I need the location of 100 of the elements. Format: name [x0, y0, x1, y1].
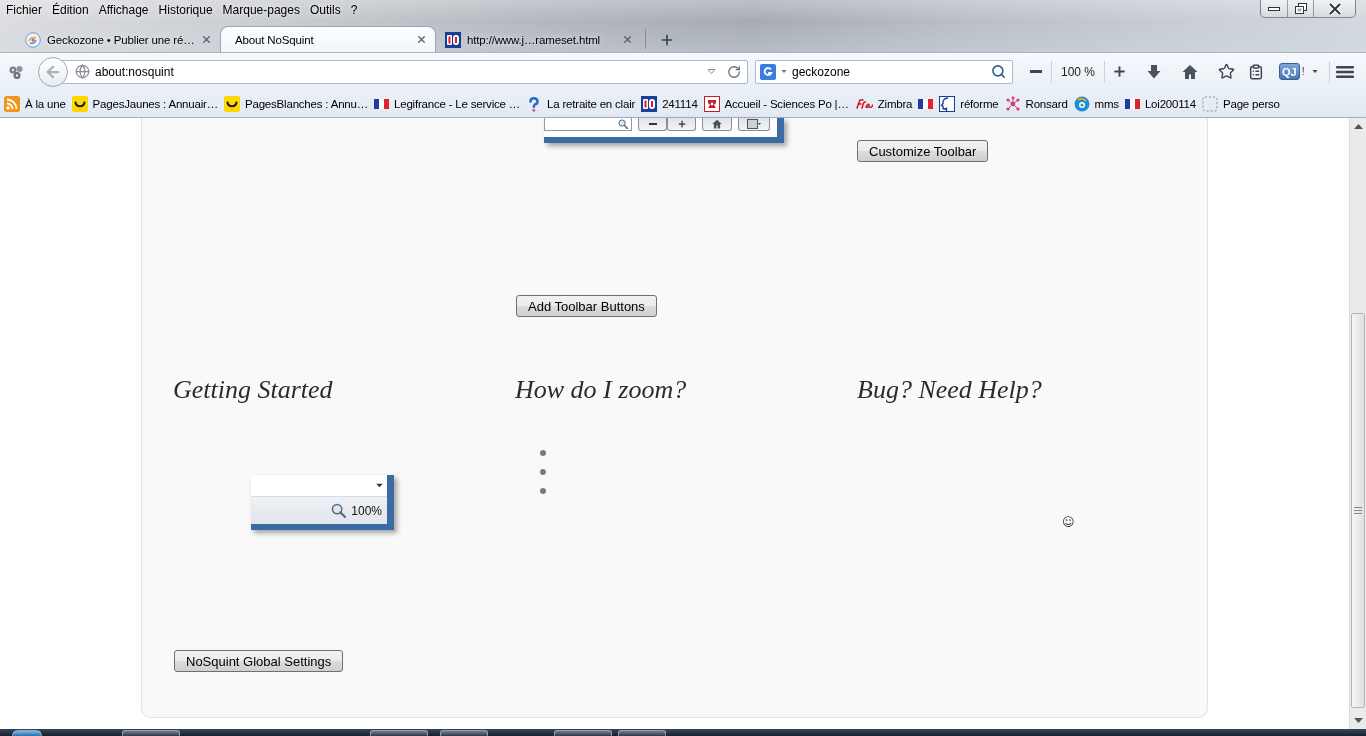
bullet-icon [540, 468, 546, 475]
dashed-square-icon [1202, 95, 1218, 112]
bookmark-label: mms [1094, 97, 1119, 110]
browser-tab[interactable]: Geckozone • Publier une ré… [14, 26, 220, 52]
add-toolbar-buttons-button[interactable]: Add Toolbar Buttons [516, 295, 657, 317]
bookmark-label: Loi200114 [1144, 97, 1196, 110]
bookmark-item[interactable]: 241114 [641, 95, 698, 112]
minimize-icon[interactable] [1268, 6, 1280, 11]
global-settings-button[interactable]: NoSquint Global Settings [174, 650, 344, 672]
emoticon-text: ☺ [1062, 515, 1075, 529]
bookmark-label: Ronsard [1025, 97, 1068, 110]
caret-icon [781, 69, 787, 74]
search-field[interactable]: geckozone [755, 59, 1013, 84]
bookmark-item[interactable]: PagesJaunes : Annuair… [71, 95, 218, 112]
smiley-icon [71, 95, 88, 112]
emblem-icon [703, 95, 720, 112]
bookmark-item[interactable]: Zimbra [854, 95, 913, 112]
menu-item[interactable]: ? [345, 3, 363, 18]
bookmark-label: Zimbra [877, 97, 913, 110]
bookmark-item[interactable]: mms [1073, 95, 1119, 112]
minus-icon [1030, 70, 1042, 73]
scrollbar-thumb[interactable] [1351, 313, 1365, 708]
site-logo-icon [445, 31, 461, 48]
url-field[interactable]: about:nosquint [62, 59, 748, 84]
globe-icon [75, 64, 90, 79]
bookmark-label: Accueil - Sciences Po |… [724, 97, 849, 110]
round-logo-icon [1073, 95, 1090, 112]
bookmark-item[interactable]: Ronsard [1004, 95, 1068, 112]
profile-icon [939, 95, 956, 112]
caret-icon [376, 483, 383, 488]
grip-icon [1354, 507, 1362, 514]
home-icon[interactable] [1182, 63, 1198, 80]
reload-icon[interactable] [727, 64, 741, 79]
star-icon [1217, 63, 1235, 80]
bookmark-label: 241114 [662, 97, 698, 110]
tab-title: Geckozone • Publier une ré… [47, 33, 195, 46]
tab-title: http://www.j…rameset.html [467, 33, 601, 46]
close-tab-icon[interactable] [416, 34, 427, 45]
flag-icon [918, 98, 934, 109]
zoom-level-text: 100% [351, 503, 382, 518]
site-logo-icon [25, 31, 41, 48]
menu-item[interactable]: Historique [153, 3, 218, 18]
bookmark-label: réforme [960, 97, 999, 110]
minus-icon [648, 123, 657, 125]
magnifier-icon [618, 119, 628, 129]
bookmark-item[interactable]: À la une [4, 95, 66, 112]
menu-item[interactable]: Marque-pages [217, 3, 305, 18]
plus-icon [659, 32, 675, 48]
download-icon[interactable] [1146, 63, 1162, 80]
caret-icon [1312, 69, 1318, 74]
section-heading: Getting Started [173, 375, 333, 405]
list-icon [1248, 63, 1264, 80]
site-logo-icon [641, 95, 658, 112]
down-arrow-icon[interactable] [1353, 718, 1363, 723]
customize-toolbar-button[interactable]: Customize Toolbar [857, 140, 989, 162]
search-icon[interactable] [991, 64, 1006, 79]
menu-item[interactable]: Outils [304, 3, 346, 18]
section-heading: Bug? Need Help? [857, 375, 1042, 405]
bookmark-item[interactable]: La retraite en clair [526, 95, 636, 112]
rss-icon [4, 95, 20, 112]
bookmark-item[interactable]: réforme [939, 95, 999, 112]
plus-icon [676, 119, 687, 129]
bookmark-item[interactable]: Page perso [1202, 95, 1280, 112]
bookmark-label: PagesJaunes : Annuair… [92, 97, 218, 110]
menu-icon[interactable] [1336, 63, 1354, 80]
logo-icon [760, 63, 776, 80]
bookmark-item[interactable]: Accueil - Sciences Po |… [703, 95, 849, 112]
network-dots-icon [1004, 95, 1021, 112]
browser-tab[interactable]: About NoSquint [220, 26, 436, 52]
browser-tab[interactable]: http://www.j…rameset.html [436, 26, 642, 52]
bookmark-item[interactable]: PagesBlanches : Annu… [224, 95, 369, 112]
dropdown-icon [707, 69, 716, 74]
bullet-icon [540, 487, 546, 494]
gears-icon[interactable] [8, 63, 24, 80]
picture-icon [747, 119, 761, 129]
alert-mark: ! [1301, 66, 1305, 77]
tab-title: About NoSquint [235, 33, 315, 46]
flag-icon [1124, 98, 1140, 109]
restore-icon[interactable] [1294, 3, 1307, 14]
menu-item[interactable]: Affichage [93, 3, 154, 18]
magnifier-icon [331, 503, 347, 518]
bullet-icon [540, 449, 546, 456]
smiley-icon [224, 95, 240, 112]
url-text: about:nosquint [95, 64, 175, 79]
search-text: geckozone [792, 64, 852, 79]
close-tab-icon[interactable] [200, 34, 212, 45]
bookmark-label: PagesBlanches : Annu… [245, 97, 369, 110]
home-icon [712, 119, 722, 129]
close-icon[interactable] [1327, 2, 1342, 15]
zoom-reset-button[interactable]: 100 % [1052, 58, 1104, 85]
bookmark-item[interactable] [918, 98, 934, 109]
menu-item[interactable]: Fichier [1, 3, 47, 18]
bookmark-item[interactable]: Loi200114 [1124, 97, 1196, 110]
flag-icon [374, 98, 390, 109]
up-arrow-icon[interactable] [1353, 124, 1363, 129]
section-heading: How do I zoom? [515, 375, 687, 405]
menu-item[interactable]: Édition [47, 3, 94, 18]
bookmark-label: Page perso [1223, 97, 1280, 110]
bookmark-label: À la une [25, 97, 66, 110]
close-tab-icon[interactable] [622, 34, 633, 45]
